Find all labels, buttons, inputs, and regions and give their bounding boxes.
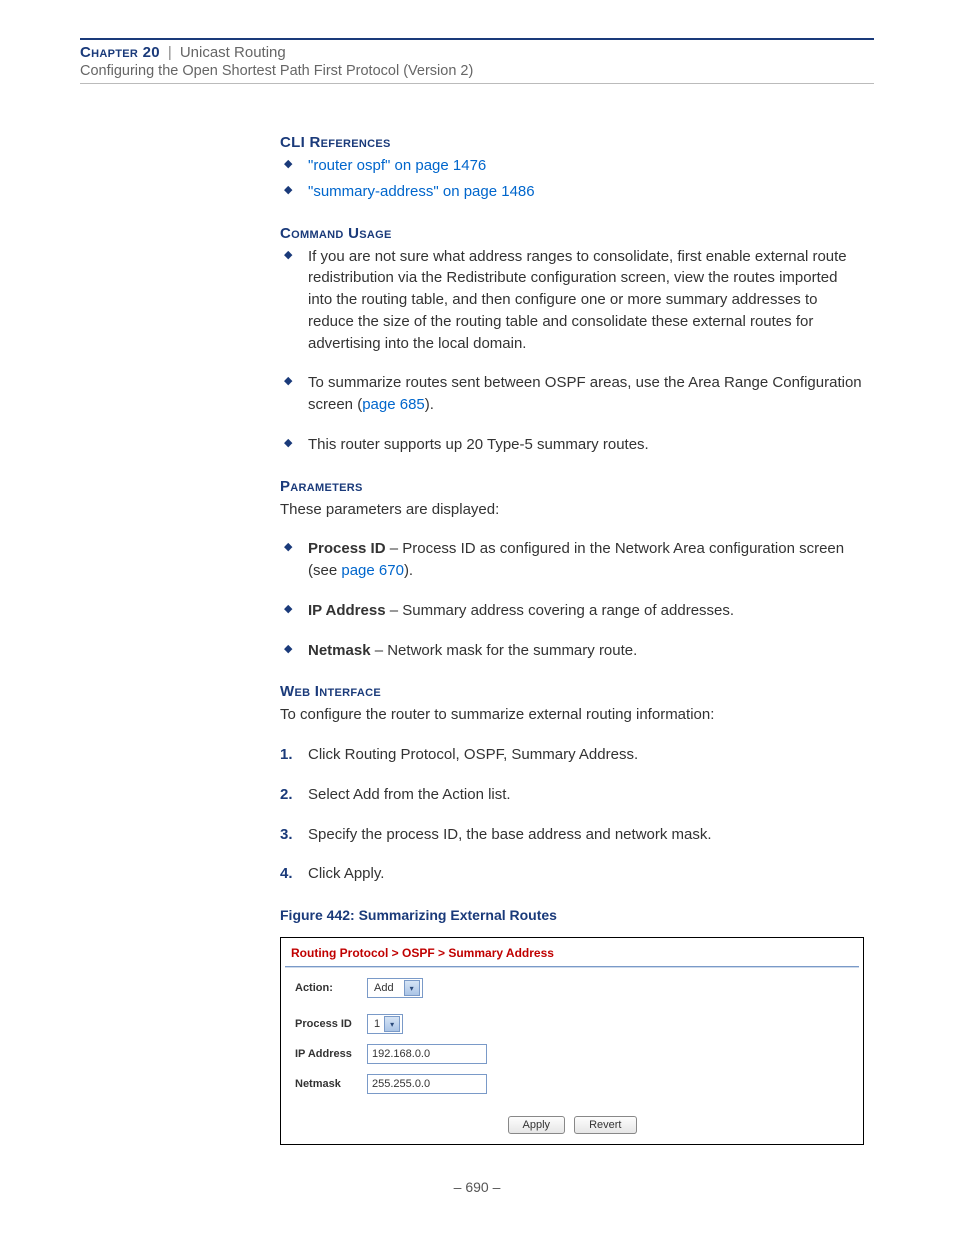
- content: CLI References "router ospf" on page 147…: [280, 134, 864, 1145]
- param-name: Netmask: [308, 642, 371, 659]
- process-id-value: 1: [374, 1018, 380, 1030]
- param-name: IP Address: [308, 602, 386, 619]
- revert-button[interactable]: Revert: [574, 1116, 636, 1134]
- chapter-label: Chapter 20: [80, 44, 160, 61]
- figure-box: Routing Protocol > OSPF > Summary Addres…: [280, 937, 864, 1145]
- cli-reference-item: "summary-address" on page 1486: [280, 181, 864, 203]
- section-heading-parameters: Parameters: [280, 478, 864, 495]
- process-id-select[interactable]: 1 ▾: [367, 1014, 403, 1034]
- action-label: Action:: [295, 982, 367, 994]
- link-page-685[interactable]: page 685: [362, 396, 425, 413]
- figure-breadcrumb: Routing Protocol > OSPF > Summary Addres…: [281, 938, 863, 966]
- header-separator: |: [168, 44, 172, 61]
- chevron-down-icon: ▾: [404, 980, 420, 996]
- page: Chapter 20 | Unicast Routing Configuring…: [0, 0, 954, 1235]
- header-rule-bottom: [80, 83, 874, 84]
- command-usage-list: If you are not sure what address ranges …: [280, 246, 864, 456]
- figure-form: Action: Add ▾ Process ID 1 ▾ IP Address: [281, 968, 863, 1110]
- body-text: ).: [404, 562, 413, 579]
- parameters-intro: These parameters are displayed:: [280, 499, 864, 521]
- ip-address-row: IP Address 192.168.0.0: [295, 1044, 849, 1064]
- body-text: If you are not sure what address ranges …: [308, 248, 847, 352]
- action-row: Action: Add ▾: [295, 978, 849, 998]
- netmask-row: Netmask 255.255.0.0: [295, 1074, 849, 1094]
- section-heading-command-usage: Command Usage: [280, 225, 864, 242]
- ip-address-input[interactable]: 192.168.0.0: [367, 1044, 487, 1064]
- command-usage-item: This router supports up 20 Type-5 summar…: [280, 434, 864, 456]
- link-summary-address[interactable]: "summary-address" on page 1486: [308, 183, 535, 200]
- body-text: – Network mask for the summary route.: [371, 642, 638, 659]
- header-rule-top: [80, 38, 874, 40]
- ip-address-label: IP Address: [295, 1048, 367, 1060]
- action-select-value: Add: [374, 982, 394, 994]
- netmask-input[interactable]: 255.255.0.0: [367, 1074, 487, 1094]
- netmask-label: Netmask: [295, 1078, 367, 1090]
- command-usage-item: If you are not sure what address ranges …: [280, 246, 864, 355]
- body-text: This router supports up 20 Type-5 summar…: [308, 436, 649, 453]
- step-item: Select Add from the Action list.: [280, 784, 864, 806]
- apply-button[interactable]: Apply: [508, 1116, 566, 1134]
- step-item: Click Routing Protocol, OSPF, Summary Ad…: [280, 744, 864, 766]
- param-name: Process ID: [308, 540, 386, 557]
- web-interface-steps: Click Routing Protocol, OSPF, Summary Ad…: [280, 744, 864, 885]
- action-select[interactable]: Add ▾: [367, 978, 423, 998]
- web-interface-intro: To configure the router to summarize ext…: [280, 704, 864, 726]
- link-router-ospf[interactable]: "router ospf" on page 1476: [308, 157, 486, 174]
- step-item: Specify the process ID, the base address…: [280, 824, 864, 846]
- section-heading-cli-references: CLI References: [280, 134, 864, 151]
- cli-references-list: "router ospf" on page 1476 "summary-addr…: [280, 155, 864, 203]
- chapter-title: Unicast Routing: [180, 44, 286, 61]
- section-heading-web-interface: Web Interface: [280, 683, 864, 700]
- body-text: – Summary address covering a range of ad…: [386, 602, 735, 619]
- header-row: Chapter 20 | Unicast Routing: [80, 44, 874, 61]
- parameter-item: IP Address – Summary address covering a …: [280, 600, 864, 622]
- step-item: Click Apply.: [280, 863, 864, 885]
- link-page-670[interactable]: page 670: [341, 562, 404, 579]
- process-id-row: Process ID 1 ▾: [295, 1014, 849, 1034]
- figure-caption: Figure 442: Summarizing External Routes: [280, 907, 864, 923]
- cli-reference-item: "router ospf" on page 1476: [280, 155, 864, 177]
- body-text: ).: [425, 396, 434, 413]
- header-subtitle: Configuring the Open Shortest Path First…: [80, 63, 874, 79]
- figure-button-row: Apply Revert: [281, 1110, 863, 1144]
- command-usage-item: To summarize routes sent between OSPF ar…: [280, 372, 864, 416]
- page-number: – 690 –: [0, 1179, 954, 1195]
- process-id-label: Process ID: [295, 1018, 367, 1030]
- parameter-item: Netmask – Network mask for the summary r…: [280, 640, 864, 662]
- chevron-down-icon: ▾: [384, 1016, 400, 1032]
- parameter-item: Process ID – Process ID as configured in…: [280, 538, 864, 582]
- parameters-list: Process ID – Process ID as configured in…: [280, 538, 864, 661]
